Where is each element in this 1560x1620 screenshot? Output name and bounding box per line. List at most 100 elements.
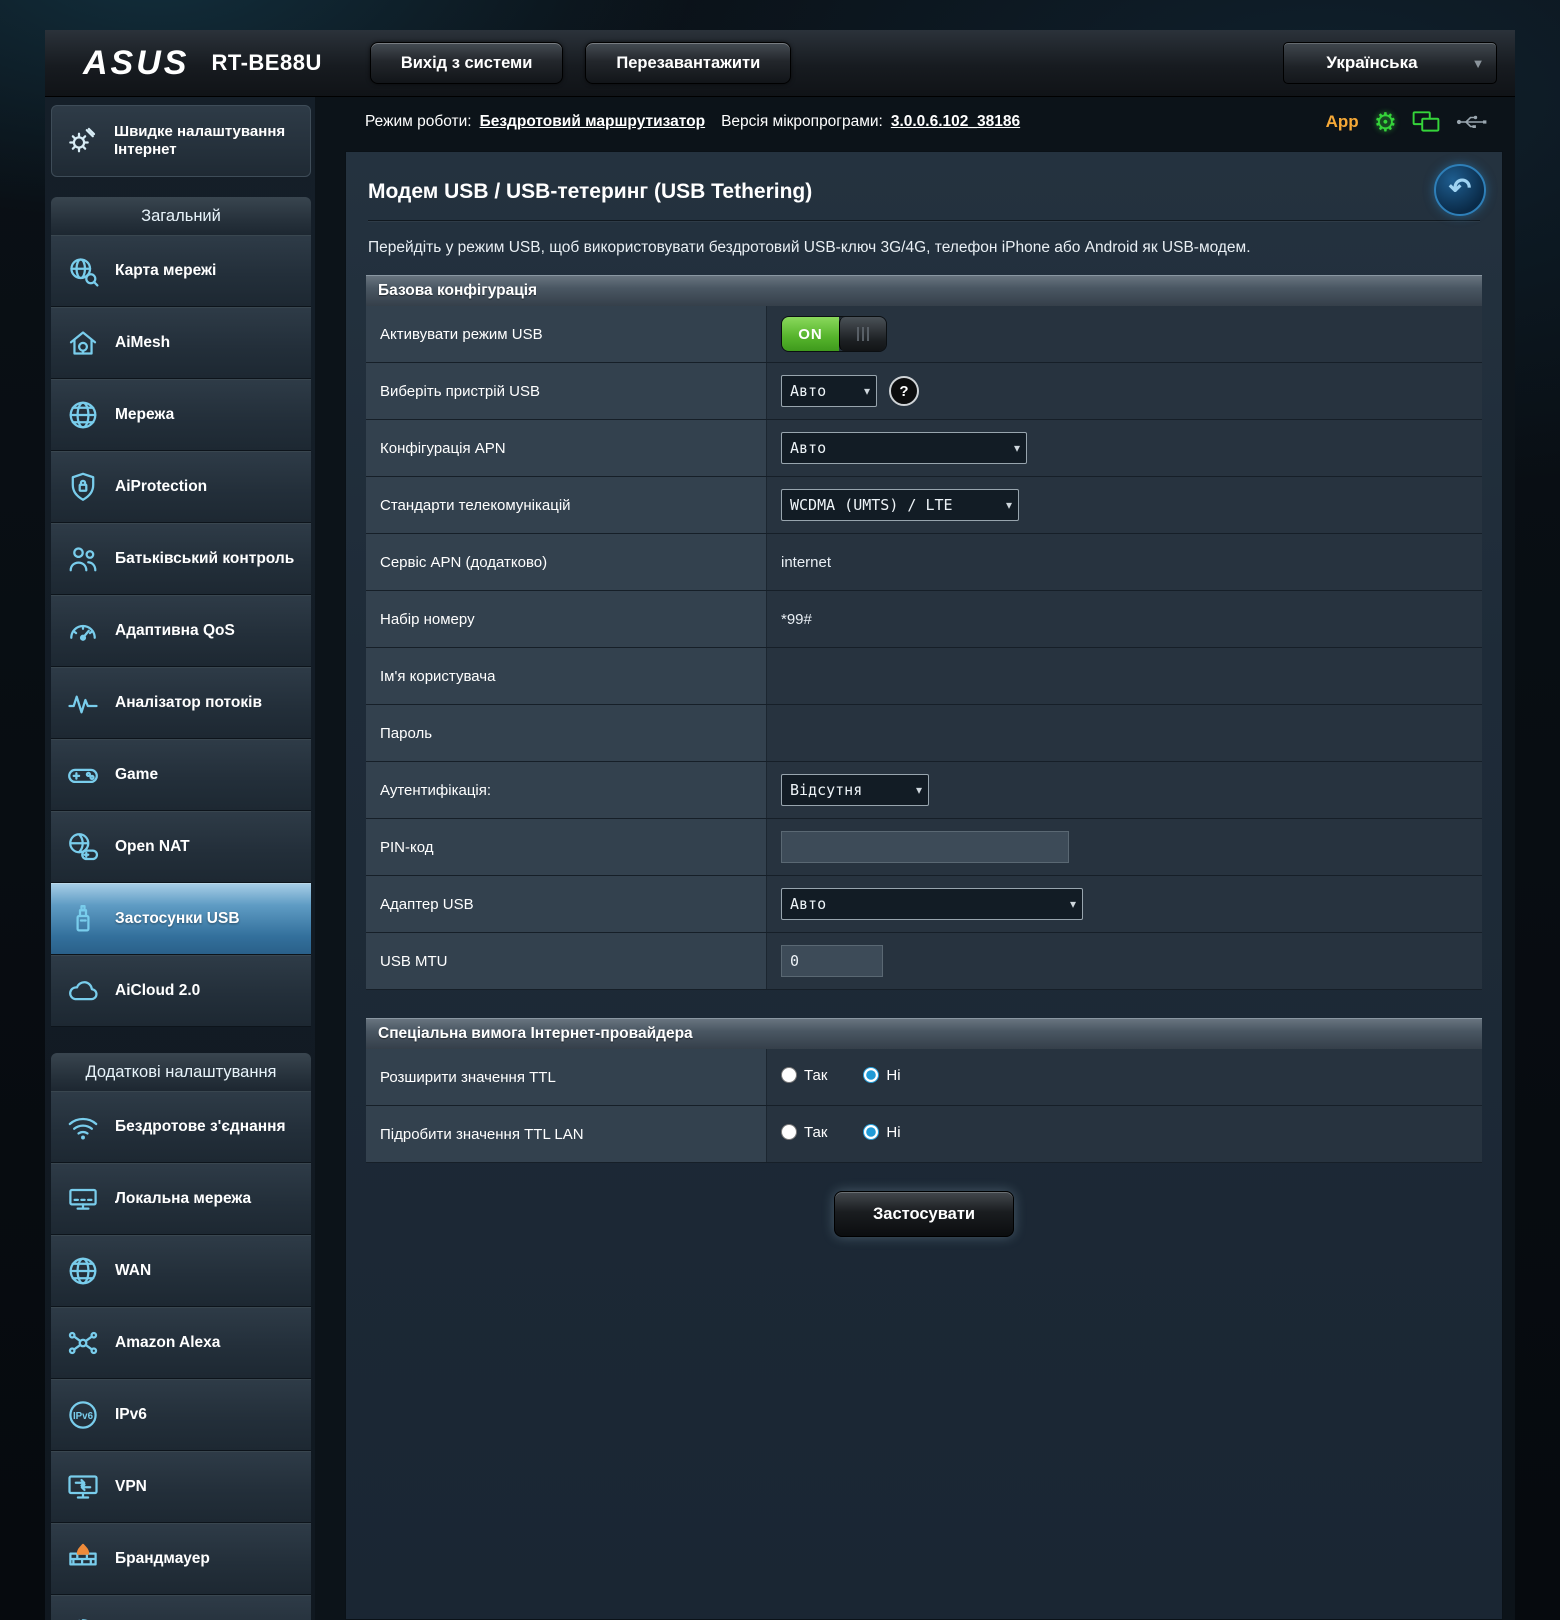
radio-yes[interactable]	[781, 1124, 797, 1141]
apn-config-select[interactable]: Авто	[781, 432, 1027, 464]
page-title: Модем USB / USB-тетеринг (USB Tethering)	[368, 180, 1480, 221]
telecom-standard-select[interactable]: WCDMA (UMTS) / LTE	[781, 489, 1019, 521]
setting-label: Підробити значення TTL LAN	[366, 1105, 767, 1163]
sidebar-item-network-map[interactable]: Карта мережі	[51, 235, 311, 307]
sidebar-section-title: Загальний	[51, 197, 311, 235]
setting-label: USB MTU	[366, 932, 767, 990]
sidebar-item-quick-internet-setup[interactable]: Швидке налаштування Інтернет	[51, 105, 311, 177]
settings-row-username: Ім'я користувача	[366, 647, 1482, 705]
setting-value-cell: Авто ▾	[766, 419, 1482, 477]
usb-mode-toggle[interactable]: ON	[781, 316, 887, 352]
setting-label: Розширити значення TTL	[366, 1049, 767, 1106]
basic-settings-table: Активувати режим USB ON Виберіть пристрій …	[366, 306, 1482, 990]
radio-option-label: Так	[804, 1123, 828, 1141]
spoof-ttl-lan-option-yes[interactable]: Так	[781, 1124, 827, 1141]
network-map-icon	[61, 249, 105, 293]
help-icon[interactable]: ?	[889, 376, 919, 406]
section-header-basic-config: Базова конфігурація	[366, 275, 1482, 306]
sidebar-item-label: WAN	[115, 1262, 152, 1280]
radio-yes[interactable]	[781, 1067, 797, 1084]
sidebar-item-usb-apps[interactable]: Застосунки USB	[51, 883, 311, 955]
sidebar-item-open-nat[interactable]: Open NAT	[51, 811, 311, 883]
usb-device-select[interactable]: Авто	[781, 375, 877, 407]
spoof-ttl-lan-option-no[interactable]: Ні	[863, 1124, 901, 1141]
content-panel: ↶ Модем USB / USB-тетеринг (USB Tetherin…	[345, 151, 1503, 1620]
screen-share-icon[interactable]	[1412, 110, 1440, 134]
back-button[interactable]: ↶	[1434, 164, 1486, 216]
sidebar-item-network[interactable]: Мережа	[51, 379, 311, 451]
cloud-icon	[61, 969, 105, 1013]
extend-ttl-option-yes[interactable]: Так	[781, 1067, 827, 1084]
sidebar-item-ipv6[interactable]: IPv6 IPv6	[51, 1379, 311, 1451]
alexa-icon	[61, 1321, 105, 1365]
pin-code-input[interactable]	[781, 831, 1069, 863]
sidebar-item-lan[interactable]: Локальна мережа	[51, 1163, 311, 1235]
setting-label: Аутентифікація:	[366, 761, 767, 819]
setting-value-cell: internet	[766, 533, 1482, 591]
usb-mtu-input[interactable]	[781, 945, 883, 977]
chevron-down-icon: ▼	[1471, 55, 1485, 71]
sidebar-item-game[interactable]: Game	[51, 739, 311, 811]
page-description: Перейдіть у режим USB, щоб використовува…	[368, 239, 1251, 256]
sidebar-item-traffic-analyzer[interactable]: Аналізатор потоків	[51, 667, 311, 739]
usb-adapter-select[interactable]: Авто	[781, 888, 1083, 920]
svg-text:IPv6: IPv6	[73, 1411, 94, 1422]
settings-row-password: Пароль	[366, 704, 1482, 762]
setting-label: Активувати режим USB	[366, 306, 767, 363]
vpn-icon	[61, 1465, 105, 1509]
model-name: RT-BE88U	[211, 50, 322, 75]
sidebar-item-label: VPN	[115, 1478, 147, 1496]
sidebar-item-adaptive-qos[interactable]: Адаптивна QoS	[51, 595, 311, 667]
sidebar-item-aiprotection[interactable]: AiProtection	[51, 451, 311, 523]
reboot-button[interactable]: Перезавантажити	[585, 42, 792, 84]
sidebar-item-parental-control[interactable]: Батьківський контроль	[51, 523, 311, 595]
authentication-select-wrap: Відсутня ▾	[781, 774, 929, 806]
radio-no[interactable]	[863, 1124, 880, 1141]
operation-mode-link[interactable]: Бездротовий маршрутизатор	[480, 113, 706, 131]
sidebar-item-vpn[interactable]: VPN	[51, 1451, 311, 1523]
setting-value-cell: Авто ▾?	[766, 362, 1482, 420]
sidebar-item-administration[interactable]: Адміністрування	[51, 1595, 311, 1620]
aimesh-icon	[61, 321, 105, 365]
apply-button[interactable]: Застосувати	[834, 1191, 1014, 1237]
sidebar-item-aimesh[interactable]: AiMesh	[51, 307, 311, 379]
sidebar-item-wan[interactable]: WAN	[51, 1235, 311, 1307]
sidebar-section-title: Додаткові налаштування	[51, 1053, 311, 1091]
radio-no[interactable]	[863, 1067, 880, 1084]
quick-setup-icon	[60, 119, 104, 163]
sidebar-item-label: IPv6	[115, 1406, 147, 1424]
traffic-analyzer-icon	[61, 681, 105, 725]
sidebar-item-label: Адаптивна QoS	[115, 622, 235, 640]
gamepad-icon	[61, 753, 105, 797]
sidebar-item-amazon-alexa[interactable]: Amazon Alexa	[51, 1307, 311, 1379]
sidebar-item-label: Бездротове з'єднання	[115, 1118, 286, 1136]
gear-icon[interactable]: ⚙	[1374, 109, 1397, 135]
admin-icon	[61, 1609, 105, 1620]
authentication-select[interactable]: Відсутня	[781, 774, 929, 806]
logout-button[interactable]: Вихід з системи	[369, 42, 564, 84]
settings-row-usb-device: Виберіть пристрій USB Авто ▾?	[366, 362, 1482, 420]
setting-value-cell	[766, 647, 1482, 705]
setting-value-cell: *99#	[766, 590, 1482, 648]
extend-ttl-option-no[interactable]: Ні	[863, 1067, 901, 1084]
infobar-icons: App ⚙	[1326, 109, 1489, 135]
setting-label: PIN-код	[366, 818, 767, 876]
sidebar-item-label: AiProtection	[115, 478, 208, 496]
language-selector[interactable]: Українська ▼	[1283, 42, 1497, 84]
settings-row-usb-adapter: Адаптер USB Авто ▾	[366, 875, 1482, 933]
firmware-version-link[interactable]: 3.0.0.6.102_38186	[891, 113, 1020, 131]
usb-status-icon[interactable]	[1455, 112, 1489, 132]
sidebar-sections: Загальний Карта мережі AiMesh Мережа AiProte…	[51, 197, 311, 1620]
firmware-label: Версія мікропрограми:	[721, 113, 883, 130]
operation-mode-label: Режим роботи:	[365, 113, 472, 130]
sidebar-item-firewall[interactable]: Брандмауер	[51, 1523, 311, 1595]
setting-label: Набір номеру	[366, 590, 767, 648]
radio-option-label: Так	[804, 1066, 828, 1084]
setting-value-cell	[766, 932, 1482, 990]
ipv6-icon: IPv6	[61, 1393, 105, 1437]
sidebar-item-label: Мережа	[115, 406, 175, 424]
sidebar-item-label: Amazon Alexa	[115, 1334, 221, 1352]
sidebar-item-aicloud[interactable]: AiCloud 2.0	[51, 955, 311, 1027]
sidebar-item-wireless[interactable]: Бездротове з'єднання	[51, 1091, 311, 1163]
isp-settings-table: Розширити значення TTL Так Ні Підробити зна…	[366, 1049, 1482, 1163]
